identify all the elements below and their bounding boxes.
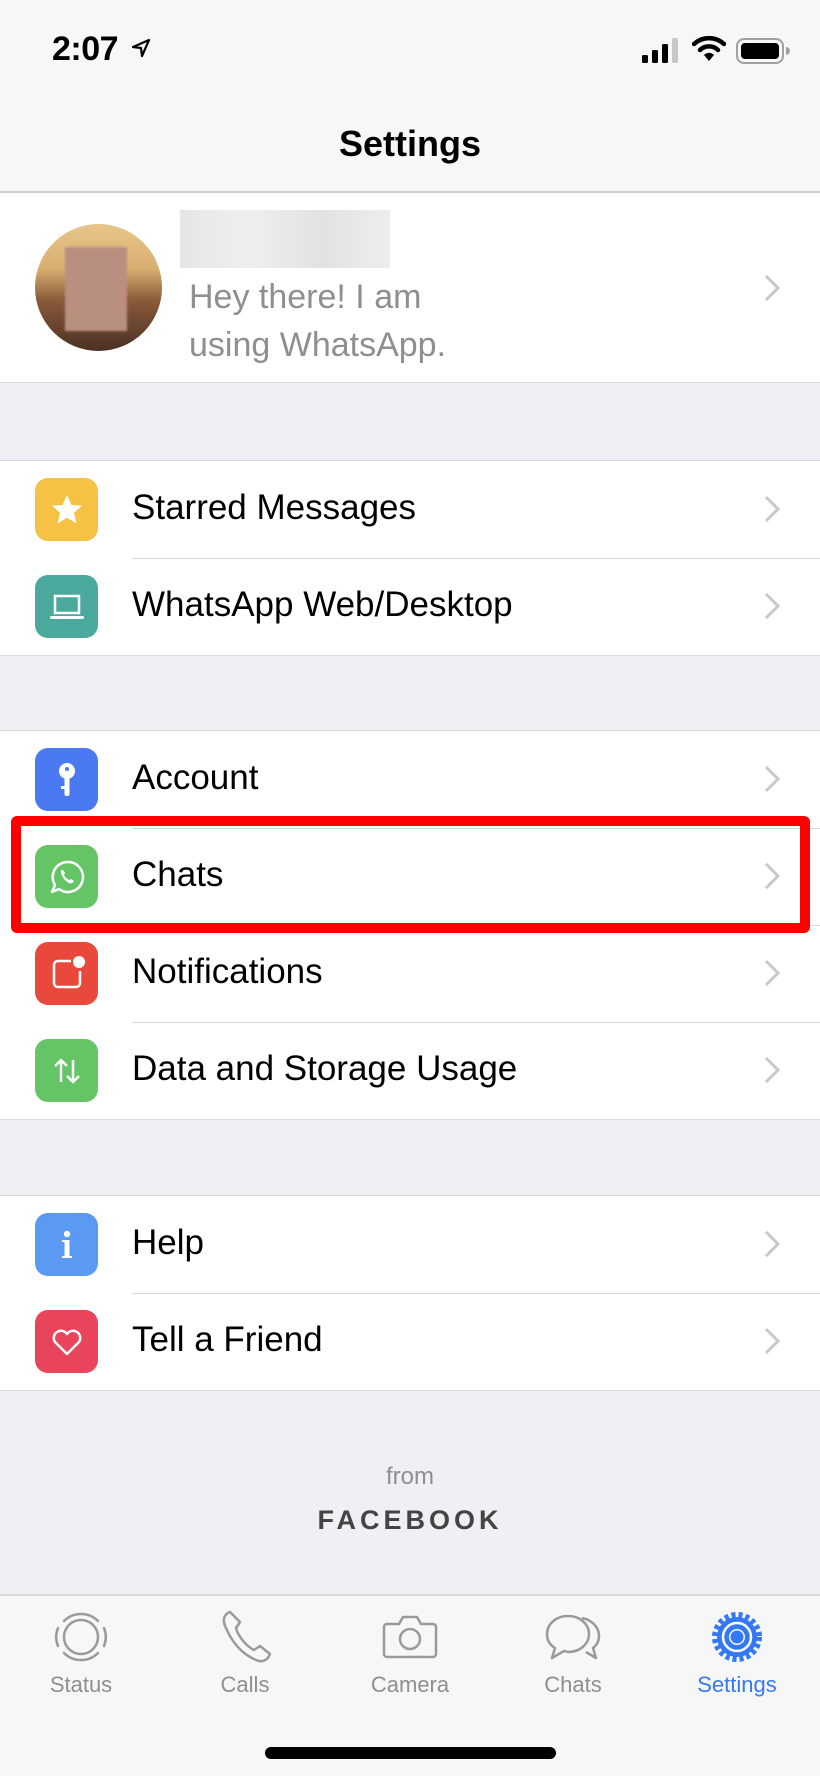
profile-row[interactable]: Hey there! I am using WhatsApp.: [0, 193, 820, 383]
page-title: Settings: [338, 123, 481, 164]
settings-item-help[interactable]: Help: [0, 1196, 820, 1293]
settings-item-account[interactable]: Account: [0, 731, 820, 828]
info-icon: [35, 1213, 98, 1276]
settings-item-label: WhatsApp Web/Desktop: [132, 585, 513, 624]
chevron-right-icon: [764, 1230, 780, 1258]
chevron-right-icon: [764, 862, 780, 890]
tab-chats[interactable]: Chats: [513, 1608, 633, 1718]
heart-icon: [35, 1310, 98, 1373]
notification-icon: [35, 942, 98, 1005]
chevron-right-icon: [764, 592, 780, 620]
profile-status-line-2: using WhatsApp.: [189, 326, 447, 364]
chevron-right-icon: [764, 1327, 780, 1355]
tab-label: Chats: [544, 1672, 602, 1697]
chat-bubbles-icon: [545, 1614, 601, 1660]
tab-label: Status: [49, 1672, 113, 1697]
settings-item-whatsapp-web[interactable]: WhatsApp Web/Desktop: [0, 558, 820, 655]
navigation-bar: Settings: [0, 95, 820, 193]
footer-brand: FACEBOOK: [317, 1505, 503, 1535]
tab-label: Settings: [697, 1672, 777, 1697]
settings-section-1: Starred Messages WhatsApp Web/Desktop: [0, 460, 820, 656]
settings-item-label: Help: [132, 1223, 204, 1262]
chevron-right-icon: [764, 959, 780, 987]
settings-section-2: Account Chats Notifications Data and Sto…: [0, 730, 820, 1120]
status-time: 2:07: [52, 30, 119, 68]
key-icon: [35, 748, 98, 811]
chevron-right-icon: [764, 274, 780, 302]
laptop-icon: [35, 575, 98, 638]
gear-icon: [712, 1612, 762, 1662]
tab-camera[interactable]: Camera: [350, 1608, 470, 1718]
settings-item-tell-a-friend[interactable]: Tell a Friend: [0, 1293, 820, 1390]
settings-item-label: Starred Messages: [132, 488, 417, 527]
data-arrows-icon: [35, 1039, 98, 1102]
whatsapp-icon: [35, 845, 98, 908]
cellular-signal-icon: [642, 38, 678, 63]
settings-item-label: Tell a Friend: [132, 1320, 323, 1359]
status-icon: [55, 1612, 107, 1662]
location-arrow-icon: [131, 38, 151, 58]
settings-item-label: Data and Storage Usage: [132, 1049, 518, 1088]
profile-name-redacted: [180, 210, 390, 268]
settings-section-3: Help Tell a Friend: [0, 1195, 820, 1391]
battery-icon: [736, 38, 790, 64]
camera-icon: [382, 1615, 438, 1659]
star-icon: [35, 478, 98, 541]
tab-label: Calls: [220, 1672, 270, 1697]
status-bar: 2:07: [0, 0, 820, 95]
settings-item-notifications[interactable]: Notifications: [0, 925, 820, 1022]
profile-status: Hey there! I am using WhatsApp.: [189, 273, 519, 369]
tab-calls[interactable]: Calls: [185, 1608, 305, 1718]
profile-status-line-1: Hey there! I am: [189, 278, 422, 316]
settings-item-label: Notifications: [132, 952, 323, 991]
footer-from: from: [386, 1463, 434, 1490]
tab-settings[interactable]: Settings: [677, 1608, 797, 1718]
wifi-icon: [692, 35, 726, 61]
avatar-face-blur: [65, 247, 127, 331]
phone-icon: [222, 1610, 272, 1663]
tab-status[interactable]: Status: [21, 1608, 141, 1718]
tab-label: Camera: [370, 1672, 450, 1697]
settings-item-starred-messages[interactable]: Starred Messages: [0, 461, 820, 558]
chevron-right-icon: [764, 495, 780, 523]
settings-item-chats[interactable]: Chats: [0, 828, 820, 925]
home-indicator[interactable]: [265, 1747, 556, 1759]
settings-item-label: Account: [132, 758, 259, 797]
chevron-right-icon: [764, 765, 780, 793]
chevron-right-icon: [764, 1056, 780, 1084]
settings-item-data-storage[interactable]: Data and Storage Usage: [0, 1022, 820, 1119]
avatar: [35, 224, 162, 351]
settings-item-label: Chats: [132, 855, 224, 894]
